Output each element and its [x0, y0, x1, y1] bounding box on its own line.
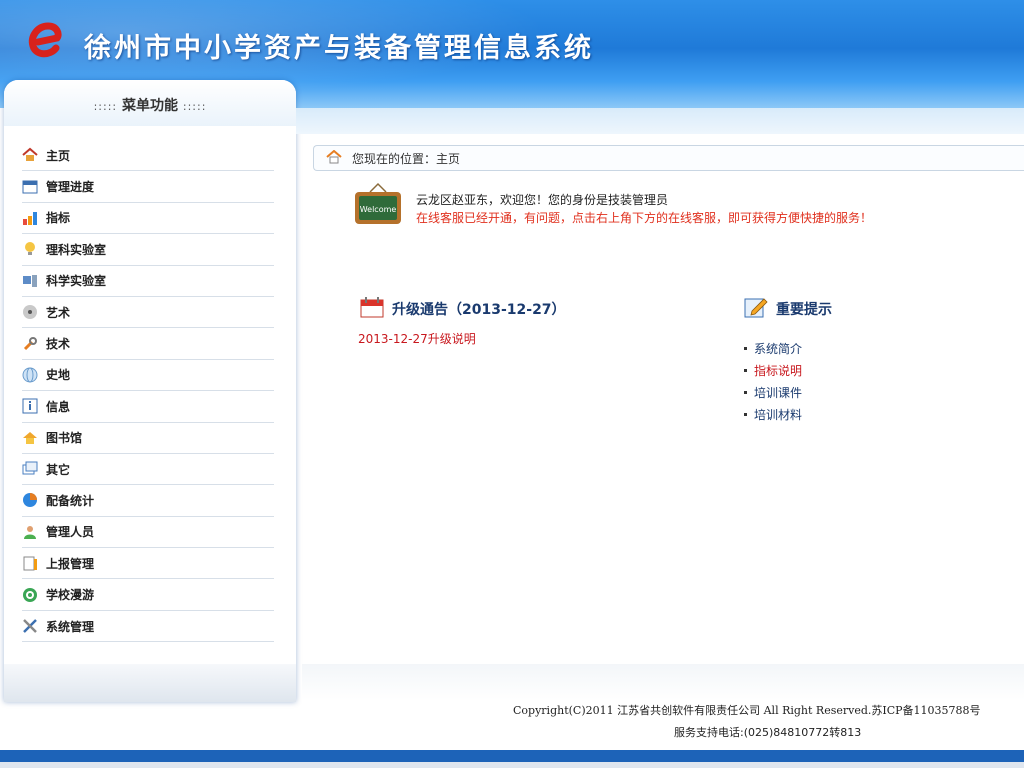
sidebar-item-label: 史地 — [46, 368, 71, 383]
taskbar — [0, 762, 1024, 768]
copyright-text: Copyright(C)2011 江苏省共创软件有限责任公司 All Right… — [513, 704, 981, 717]
sidebar-item-index[interactable]: 指标 — [22, 203, 274, 235]
breadcrumb: 您现在的位置：主页 — [313, 145, 1024, 171]
tip-link-system-intro[interactable]: 系统简介 — [744, 338, 802, 360]
upgrade-notice-link[interactable]: 2013-12-27升级说明 — [358, 330, 476, 347]
sidebar-item-label: 理科实验室 — [46, 242, 107, 257]
welcome-board-icon: Welcome — [355, 182, 401, 224]
sidebar-item-lab[interactable]: 科学实验室 — [22, 266, 274, 297]
sidebar-header-title: 菜单功能 — [122, 98, 178, 114]
tour-icon — [22, 587, 38, 603]
tip-link-training-materials[interactable]: 培训材料 — [744, 404, 802, 426]
sidebar-item-school-tour[interactable]: 学校漫游 — [22, 579, 274, 611]
sidebar-item-info[interactable]: 信息 — [22, 391, 274, 423]
sidebar-item-label: 其它 — [46, 462, 71, 477]
sidebar-item-label: 主页 — [46, 148, 71, 163]
support-phone-text: 服务支持电话:(025)84810772转813 — [674, 726, 862, 739]
calendar-icon — [360, 296, 384, 322]
breadcrumb-text: 您现在的位置：主页 — [352, 151, 461, 166]
sidebar-item-label: 学校漫游 — [46, 588, 95, 603]
info-icon — [22, 398, 38, 414]
computer-icon — [22, 273, 38, 289]
sidebar-header-dots-right: ::::: — [182, 100, 207, 113]
service-notice-line: 在线客服已经开通，有问题，点击右上角下方的在线客服，即可获得方便快捷的服务！ — [416, 211, 873, 225]
content-footer-band — [302, 664, 1024, 700]
sidebar-item-label: 管理进度 — [46, 180, 95, 195]
notice-title: 升级通告（2013-12-27） — [360, 296, 566, 322]
calendar-icon — [22, 179, 38, 195]
sidebar-item-label: 艺术 — [46, 305, 71, 320]
sidebar-item-art[interactable]: 艺术 — [22, 297, 274, 329]
sidebar-item-progress[interactable]: 管理进度 — [22, 171, 274, 203]
tips-list: 系统简介 指标说明 培训课件 培训材料 — [744, 338, 802, 426]
wrench-icon — [22, 336, 38, 352]
sidebar-header: ::::: 菜单功能 ::::: — [4, 80, 296, 126]
sidebar-item-system[interactable]: 系统管理 — [22, 611, 274, 643]
bar-chart-icon — [22, 210, 38, 226]
edit-note-icon — [744, 296, 768, 322]
logo-e-icon — [28, 22, 62, 58]
sidebar-item-home[interactable]: 主页 — [22, 140, 274, 172]
sidebar-header-dots-left: ::::: — [93, 100, 118, 113]
sidebar-item-label: 指标 — [46, 211, 71, 226]
content-top-band — [296, 108, 1024, 134]
home-icon — [22, 147, 38, 163]
sidebar-footer — [4, 664, 296, 702]
sidebar-item-managers[interactable]: 管理人员 — [22, 517, 274, 549]
site-title: 徐州市中小学资产与装备管理信息系统 — [84, 33, 594, 64]
home-icon[interactable] — [326, 149, 342, 167]
user-icon — [22, 524, 38, 540]
sidebar-item-equip-stats[interactable]: 配备统计 — [22, 485, 274, 517]
sidebar-item-label: 上报管理 — [46, 556, 95, 571]
sidebar-item-other[interactable]: 其它 — [22, 454, 274, 486]
notice-title-text: 升级通告（2013-12-27） — [392, 302, 566, 318]
sidebar-item-label: 图书馆 — [46, 431, 83, 446]
sidebar: ::::: 菜单功能 ::::: 主页 管理进度 指标 理科实验室 科学实验室 … — [4, 80, 296, 702]
window-icon — [22, 461, 38, 477]
tips-title: 重要提示 — [744, 296, 832, 322]
sidebar-menu: 主页 管理进度 指标 理科实验室 科学实验室 艺术 技术 史地 信息 图书馆 其… — [4, 140, 296, 643]
sidebar-item-label: 配备统计 — [46, 493, 95, 508]
sidebar-item-report[interactable]: 上报管理 — [22, 548, 274, 580]
lightbulb-icon — [22, 241, 38, 257]
sidebar-item-label: 技术 — [46, 337, 71, 352]
sidebar-item-label: 管理人员 — [46, 525, 95, 540]
sidebar-item-tech[interactable]: 技术 — [22, 328, 274, 360]
sidebar-item-label: 科学实验室 — [46, 274, 107, 289]
sidebar-item-science-lab[interactable]: 理科实验室 — [22, 234, 274, 266]
welcome-board-text: Welcome — [360, 205, 397, 214]
tip-link-training-courseware[interactable]: 培训课件 — [744, 382, 802, 404]
pie-chart-icon — [22, 492, 38, 508]
library-icon — [22, 430, 38, 446]
tip-link-index-explain[interactable]: 指标说明 — [744, 360, 802, 382]
welcome-line: 云龙区赵亚东，欢迎您！您的身份是技装管理员 — [416, 193, 669, 207]
sidebar-item-label: 系统管理 — [46, 619, 95, 634]
tools-icon — [22, 618, 38, 634]
welcome-message: 云龙区赵亚东，欢迎您！您的身份是技装管理员 在线客服已经开通，有问题，点击右上角… — [416, 191, 872, 227]
sidebar-item-library[interactable]: 图书馆 — [22, 423, 274, 454]
music-disc-icon — [22, 304, 38, 320]
report-icon — [22, 555, 38, 571]
sidebar-item-label: 信息 — [46, 399, 71, 414]
globe-icon — [22, 367, 38, 383]
sidebar-item-history-geo[interactable]: 史地 — [22, 360, 274, 392]
tips-title-text: 重要提示 — [776, 302, 832, 318]
